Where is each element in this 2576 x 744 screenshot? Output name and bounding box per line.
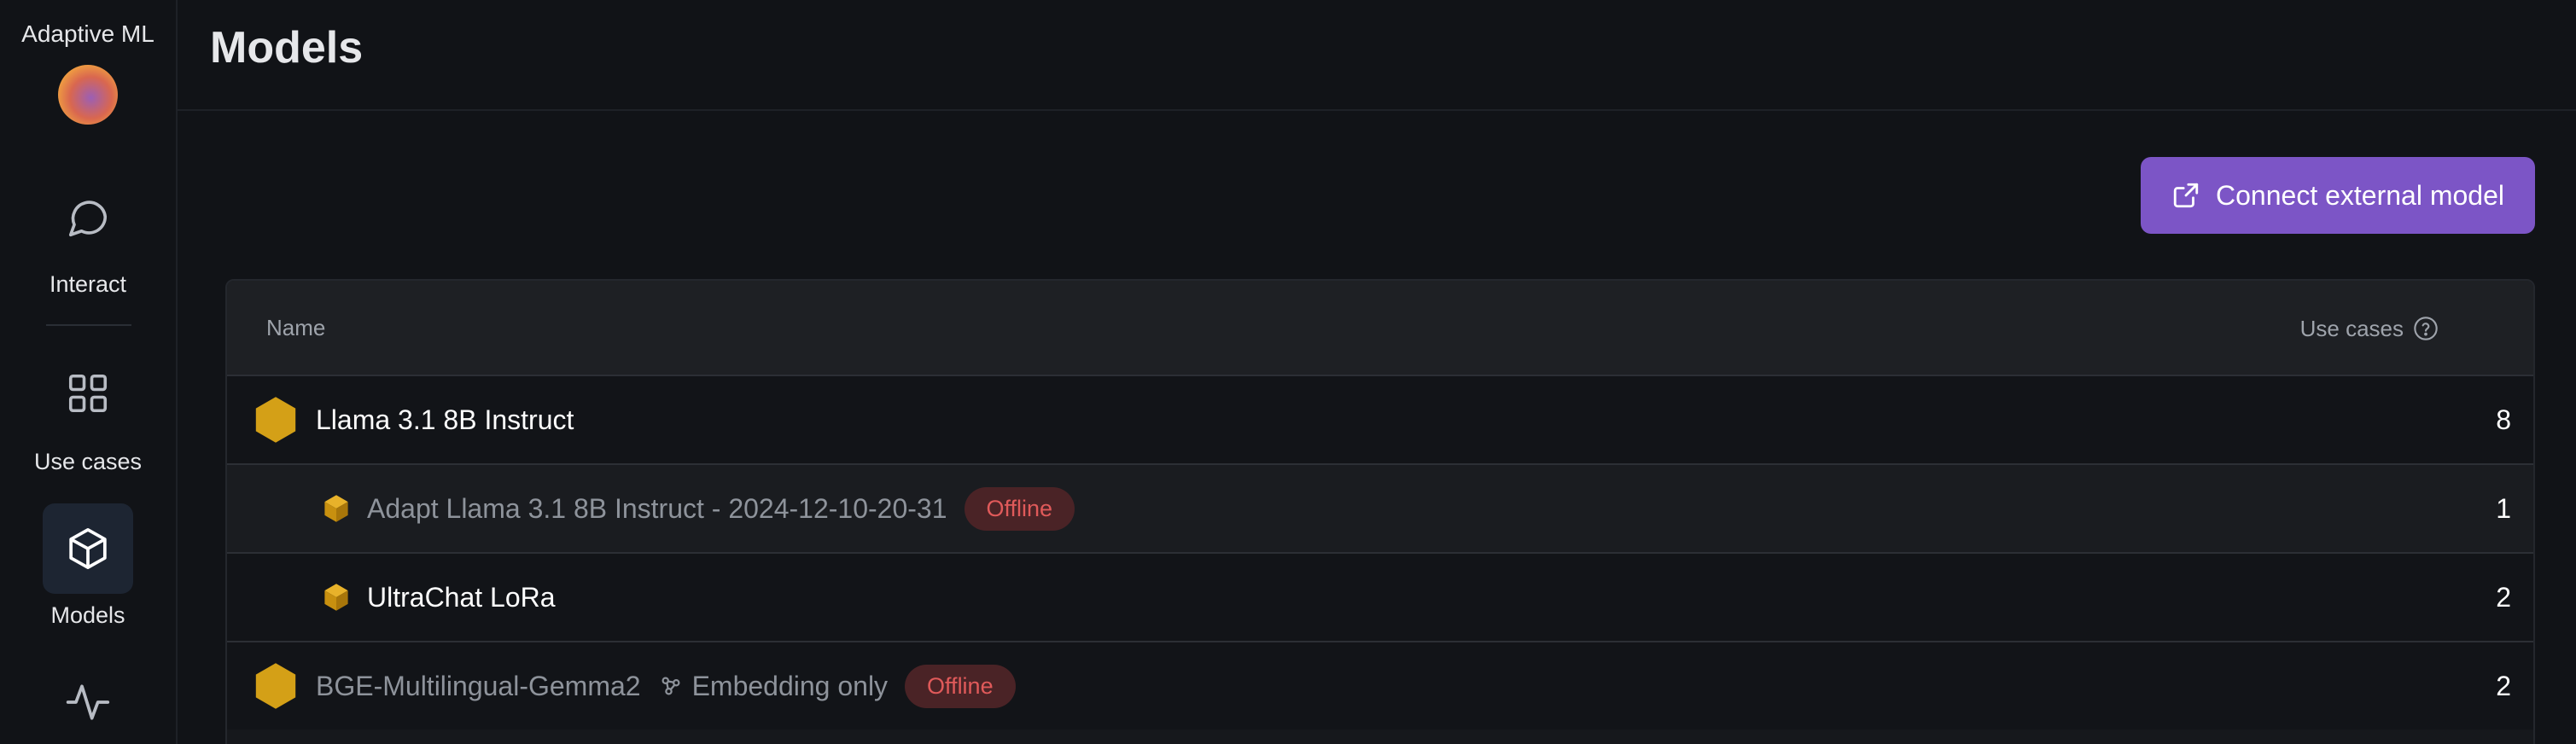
page-title: Models xyxy=(210,23,364,73)
sidebar-item-models[interactable]: Models xyxy=(0,602,176,629)
sidebar-item-use-cases[interactable]: Use cases xyxy=(0,449,176,475)
sidebar-item-interact[interactable]: Interact xyxy=(0,271,176,298)
embedding-icon xyxy=(661,677,680,695)
brand-name: Adaptive ML xyxy=(21,20,154,47)
model-hexagon-icon xyxy=(255,397,296,443)
table-row[interactable]: UltraChat LoRa 2 xyxy=(227,552,2533,641)
model-name[interactable]: Adapt Llama 3.1 8B Instruct - 2024-12-10… xyxy=(367,493,947,525)
chat-bubble-icon[interactable] xyxy=(43,172,133,263)
model-name[interactable]: Llama 3.1 8B Instruct xyxy=(316,404,574,436)
use-case-count: 2 xyxy=(2496,670,2511,701)
adapter-cube-icon xyxy=(324,584,348,611)
connect-button-label: Connect external model xyxy=(2216,179,2504,211)
model-name[interactable]: BGE-Multilingual-Gemma2 xyxy=(316,671,641,702)
sidebar: Adaptive ML Interact Use cases Models xyxy=(0,0,178,744)
embedding-tag-label: Embedding only xyxy=(691,670,889,701)
column-header-use-cases: Use cases xyxy=(2300,315,2439,342)
use-case-count: 8 xyxy=(2496,404,2511,435)
table-row[interactable]: Llama 3.1 8B Instruct 8 xyxy=(227,375,2533,463)
column-header-name[interactable]: Name xyxy=(266,315,325,341)
adapter-cube-icon xyxy=(324,495,348,522)
model-hexagon-icon xyxy=(255,663,296,709)
model-name[interactable]: UltraChat LoRa xyxy=(367,582,556,613)
status-badge: Offline xyxy=(905,664,1016,708)
use-case-count: 1 xyxy=(2496,492,2511,524)
use-case-count: 2 xyxy=(2496,581,2511,613)
connect-external-model-button[interactable]: Connect external model xyxy=(2141,157,2535,234)
avatar[interactable] xyxy=(58,65,118,125)
external-link-icon xyxy=(2173,183,2199,208)
sidebar-divider xyxy=(46,324,131,326)
models-table: Name Use cases Llama 3.1 8B Instruct 8 A… xyxy=(225,279,2535,744)
embedding-tag: Embedding only xyxy=(658,671,888,702)
table-row[interactable]: Adapt Llama 3.1 8B Instruct - 2024-12-10… xyxy=(227,463,2533,552)
status-badge: Offline xyxy=(964,486,1075,531)
activity-icon[interactable] xyxy=(43,657,133,744)
help-circle-icon[interactable] xyxy=(2412,315,2439,342)
cube-icon[interactable] xyxy=(43,503,133,594)
grid-icon[interactable] xyxy=(43,348,133,439)
page-header: Models xyxy=(178,0,2576,111)
table-header: Name Use cases xyxy=(227,281,2533,375)
table-row[interactable]: BGE-Multilingual-Gemma2 Embedding only O… xyxy=(227,641,2533,729)
